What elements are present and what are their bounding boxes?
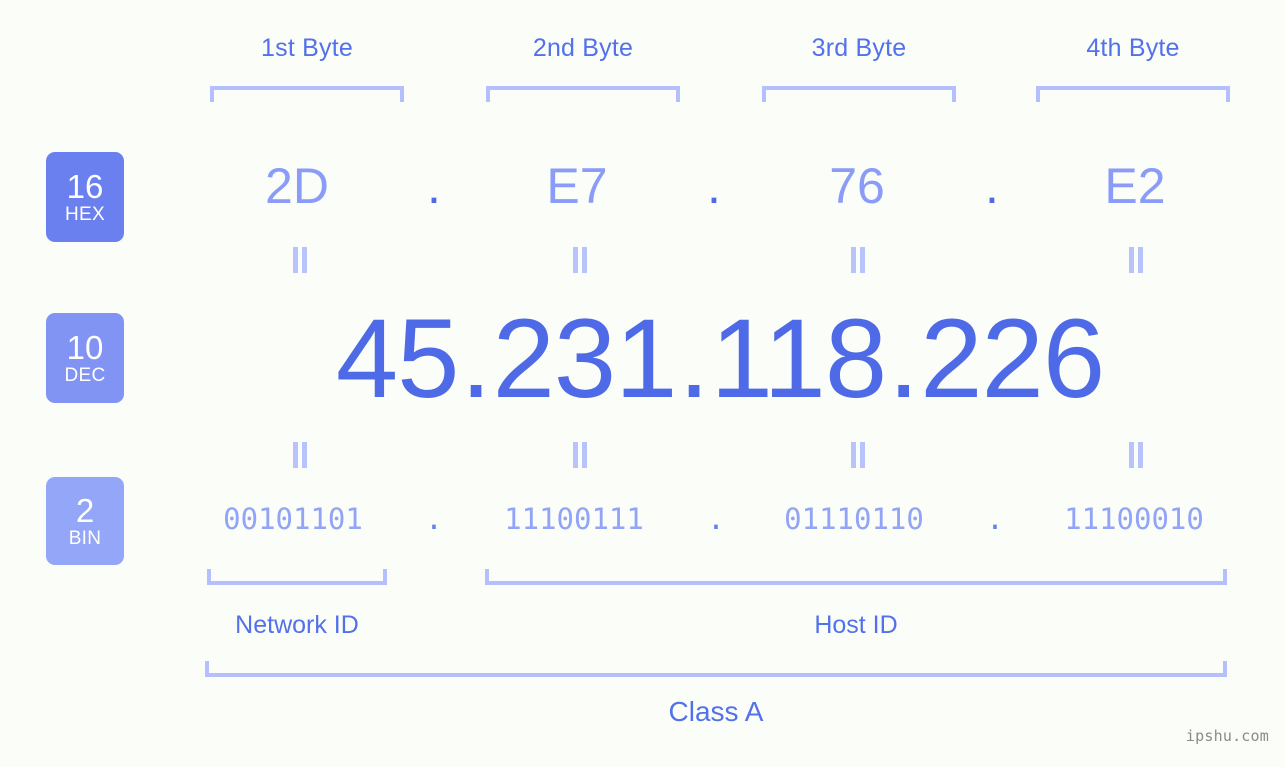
equals-mark-hex-dec-1 [289,247,311,273]
dec-separator-1: . [460,296,491,421]
byte-bracket-1 [210,86,404,102]
base-badge-hex: 16 HEX [46,152,124,242]
byte-header-2: 2nd Byte [532,34,634,62]
base-badge-hex-name: HEX [65,203,105,225]
dec-separator-3: . [888,296,919,421]
decimal-address-row: 45 . 231 . 118 . 226 [190,300,1250,418]
base-badge-bin-number: 2 [75,491,95,529]
network-id-bracket [207,569,387,585]
ip-address-breakdown-diagram: 1st Byte 2nd Byte 3rd Byte 4th Byte 16 H… [0,0,1285,767]
bin-separator-3: . [986,502,1004,536]
base-badge-bin: 2 BIN [46,477,124,565]
byte-bracket-3 [762,86,956,102]
watermark: ipshu.com [1185,727,1269,745]
class-label: Class A [668,696,764,727]
equals-mark-dec-bin-3 [847,442,869,468]
bin-separator-2: . [707,502,725,536]
hex-octet-3: 76 [829,158,885,214]
equals-mark-dec-bin-4 [1125,442,1147,468]
dec-octet-3: 118 [710,296,888,421]
dec-octet-1: 45 [335,296,460,421]
dec-octet-2: 231 [492,296,678,421]
base-badge-dec-number: 10 [66,328,104,366]
dec-separator-2: . [678,296,709,421]
class-bracket [205,661,1227,677]
equals-mark-hex-dec-3 [847,247,869,273]
base-badge-hex-number: 16 [66,167,104,205]
bin-octet-3: 01110110 [784,502,924,536]
equals-mark-dec-bin-2 [569,442,591,468]
hex-octet-2: E7 [546,158,608,214]
hex-separator-2: . [707,158,721,214]
hex-octet-4: E2 [1104,158,1166,214]
host-id-bracket [485,569,1227,585]
base-badge-bin-name: BIN [68,527,102,549]
equals-mark-hex-dec-2 [569,247,591,273]
base-badge-dec: 10 DEC [46,313,124,403]
bin-octet-4: 11100010 [1064,502,1204,536]
byte-header-4: 4th Byte [1086,34,1180,62]
dec-octet-4: 226 [920,296,1105,421]
hex-separator-1: . [427,158,441,214]
bin-octet-1: 00101101 [223,502,363,536]
equals-mark-dec-bin-1 [289,442,311,468]
host-id-label: Host ID [814,611,898,639]
base-badge-dec-name: DEC [64,364,106,386]
hex-separator-3: . [985,158,999,214]
hex-octet-1: 2D [265,158,329,214]
byte-bracket-2 [486,86,680,102]
network-id-label: Network ID [235,611,359,639]
byte-header-1: 1st Byte [261,34,353,62]
equals-mark-hex-dec-4 [1125,247,1147,273]
bin-octet-2: 11100111 [504,502,644,536]
byte-bracket-4 [1036,86,1230,102]
byte-header-3: 3rd Byte [811,34,907,62]
bin-separator-1: . [425,502,443,536]
